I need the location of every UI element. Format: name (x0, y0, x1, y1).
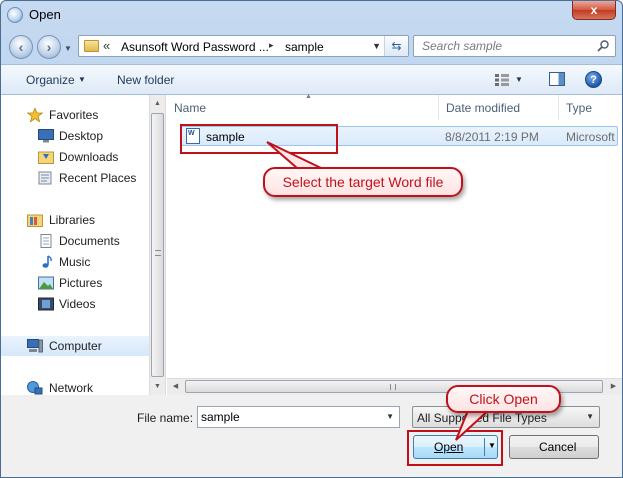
scroll-left-icon[interactable]: ◀ (167, 379, 184, 395)
callout-text: Select the target Word file (282, 174, 444, 190)
sidebar-item-label: Videos (59, 297, 96, 311)
help-icon[interactable]: ? (585, 71, 602, 88)
cancel-button-label: Cancel (539, 440, 577, 454)
sidebar-item-pictures[interactable]: Pictures (1, 273, 149, 293)
sidebar-item-label: Recent Places (59, 171, 137, 185)
videos-icon (38, 297, 54, 311)
back-button[interactable]: ‹ (9, 35, 33, 59)
open-highlight-box (407, 430, 503, 466)
command-bar: Organize ▼ New folder ▼ ? (1, 64, 622, 95)
downloads-folder-icon (38, 151, 54, 164)
view-dropdown-icon[interactable]: ▼ (515, 75, 523, 84)
desktop-icon (38, 129, 54, 143)
window-title: Open (29, 7, 61, 22)
column-header-date-modified[interactable]: Date modified (439, 95, 559, 120)
sidebar-item-recent-places[interactable]: Recent Places (1, 168, 149, 188)
column-header-type[interactable]: Type (559, 95, 622, 120)
sidebar-item-computer[interactable]: Computer (1, 336, 149, 356)
new-folder-button[interactable]: New folder (117, 73, 174, 87)
title-bar[interactable]: Open x (1, 1, 622, 30)
sidebar-item-label: Downloads (59, 150, 119, 164)
sidebar-item-label: Computer (49, 339, 102, 353)
sidebar-item-label: Documents (59, 234, 120, 248)
sidebar-item-label: Libraries (49, 213, 96, 227)
recent-places-icon (38, 171, 52, 185)
file-highlight-box (180, 124, 338, 154)
sidebar-item-label: Music (59, 255, 91, 269)
file-date-modified: 8/8/2011 2:19 PM (445, 130, 539, 144)
navigation-pane: Favorites Desktop Downloads Recent Place… (1, 95, 149, 395)
search-box[interactable] (413, 35, 616, 57)
open-dialog: Open x ‹ › ▼ « Asunsoft Word Password ..… (0, 0, 623, 478)
sidebar-item-music[interactable]: Music (1, 252, 149, 272)
documents-icon (40, 234, 52, 248)
file-type: Microsoft (566, 130, 615, 144)
sidebar-item-desktop[interactable]: Desktop (1, 126, 149, 146)
address-dropdown-icon[interactable]: ▼ (372, 41, 381, 51)
cancel-button[interactable]: Cancel (509, 435, 599, 459)
callout-text: Click Open (469, 391, 538, 407)
column-header-label: Date modified (446, 101, 521, 115)
search-input[interactable] (414, 36, 594, 56)
scroll-up-icon[interactable]: ▲ (150, 95, 165, 112)
refresh-icon[interactable]: ⇆ (384, 36, 408, 56)
music-icon (42, 255, 52, 268)
forward-button[interactable]: › (37, 35, 61, 59)
organize-button[interactable]: Organize (26, 73, 75, 87)
recent-pages-dropdown[interactable]: ▼ (64, 44, 72, 53)
folder-icon (84, 40, 99, 52)
search-icon[interactable] (597, 40, 609, 52)
sidebar-item-label: Network (49, 381, 94, 395)
sidebar-item-documents[interactable]: Documents (1, 231, 149, 251)
chevron-down-icon: ▼ (78, 75, 86, 84)
file-type-value: All Supported File Types (417, 411, 547, 425)
grip-icon (390, 384, 396, 390)
sidebar-item-videos[interactable]: Videos (1, 294, 149, 314)
sort-ascending-icon: ▲ (305, 93, 312, 100)
click-open-callout: Click Open (446, 385, 561, 413)
file-name-input[interactable] (198, 407, 378, 427)
computer-icon (27, 339, 43, 353)
sidebar-item-libraries[interactable]: Libraries (1, 210, 149, 230)
network-icon (27, 381, 43, 395)
navigation-scrollbar[interactable]: ▲ ▼ (149, 95, 166, 395)
scrollbar-thumb[interactable] (151, 113, 164, 377)
address-segment-current[interactable]: sample (285, 40, 324, 54)
file-name-label: File name: (137, 411, 194, 425)
select-file-callout: Select the target Word file (263, 167, 463, 197)
libraries-icon (27, 214, 43, 227)
scroll-right-icon[interactable]: ▶ (605, 379, 622, 395)
grip-icon (155, 250, 161, 256)
chevron-down-icon[interactable]: ▼ (386, 412, 394, 421)
sidebar-item-downloads[interactable]: Downloads (1, 147, 149, 167)
address-segment-parent[interactable]: Asunsoft Word Password ... (121, 40, 269, 54)
star-icon (27, 108, 43, 122)
address-overflow-chevron[interactable]: « (103, 38, 110, 53)
address-bar[interactable]: « Asunsoft Word Password ... ▸ sample ▼ … (78, 35, 409, 57)
sidebar-item-label: Desktop (59, 129, 104, 143)
sidebar-item-label: Pictures (59, 276, 103, 290)
sidebar-item-label: Favorites (49, 108, 99, 122)
scroll-down-icon[interactable]: ▼ (150, 378, 165, 395)
pictures-icon (38, 276, 54, 290)
sidebar-item-favorites[interactable]: Favorites (1, 105, 149, 125)
app-icon (7, 7, 23, 23)
change-view-icon[interactable] (494, 73, 510, 87)
address-separator-arrow[interactable]: ▸ (269, 40, 274, 51)
close-button[interactable]: x (572, 1, 616, 20)
column-header-label: Name (174, 101, 207, 115)
preview-pane-icon[interactable] (549, 72, 565, 86)
file-name-combobox[interactable]: ▼ (197, 406, 400, 428)
column-header-label: Type (566, 101, 593, 115)
column-header-name[interactable]: ▲ Name (167, 93, 439, 120)
chevron-down-icon: ▼ (586, 412, 594, 421)
